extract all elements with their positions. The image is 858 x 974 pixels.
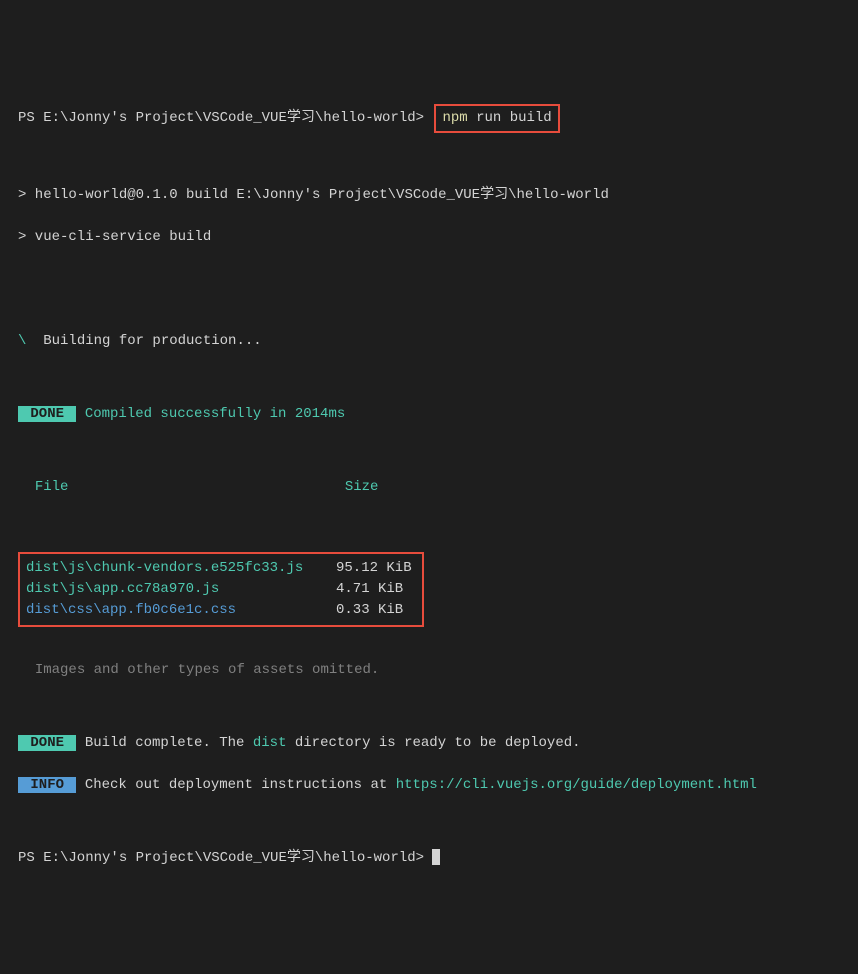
done-build-line: DONE Build complete. The dist directory … <box>18 733 840 754</box>
col-file-header: File <box>35 477 345 498</box>
files-highlight-box: dist\js\chunk-vendors.e525fc33.js95.12 K… <box>18 552 424 627</box>
building-line: \ Building for production... <box>18 331 840 352</box>
output-exec-2: > vue-cli-service build <box>18 227 840 248</box>
done-text: Compiled successfully in 2014ms <box>76 406 345 422</box>
prompt-line-2[interactable]: PS E:\Jonny's Project\VSCode_VUE学习\hello… <box>18 848 840 869</box>
prompt-line-1[interactable]: PS E:\Jonny's Project\VSCode_VUE学习\hello… <box>18 104 840 133</box>
deployment-url[interactable]: https://cli.vuejs.org/guide/deployment.h… <box>396 777 757 793</box>
cursor-icon <box>432 849 440 865</box>
col-size-header: Size <box>345 479 379 495</box>
ps-prompt: PS E:\Jonny's Project\VSCode_VUE学习\hello… <box>18 110 424 126</box>
table-row: dist\js\app.cc78a970.js4.71 KiB <box>26 579 412 600</box>
ps-prompt: PS E:\Jonny's Project\VSCode_VUE学习\hello… <box>18 850 432 866</box>
done-compiled-line: DONE Compiled successfully in 2014ms <box>18 404 840 425</box>
output-exec-1: > hello-world@0.1.0 build E:\Jonny's Pro… <box>18 185 840 206</box>
done-badge: DONE <box>18 735 76 751</box>
dist-text: dist <box>253 735 287 751</box>
table-row: dist\js\chunk-vendors.e525fc33.js95.12 K… <box>26 558 412 579</box>
info-badge: INFO <box>18 777 76 793</box>
info-line: INFO Check out deployment instructions a… <box>18 775 840 796</box>
cmd-npm: npm <box>442 110 467 126</box>
table-header: FileSize <box>18 477 840 498</box>
done-badge: DONE <box>18 406 76 422</box>
assets-omitted: Images and other types of assets omitted… <box>18 660 840 681</box>
table-row: dist\css\app.fb0c6e1c.css0.33 KiB <box>26 600 412 621</box>
cmd-args: run build <box>476 110 552 126</box>
command-highlight-box: npm run build <box>434 104 559 133</box>
